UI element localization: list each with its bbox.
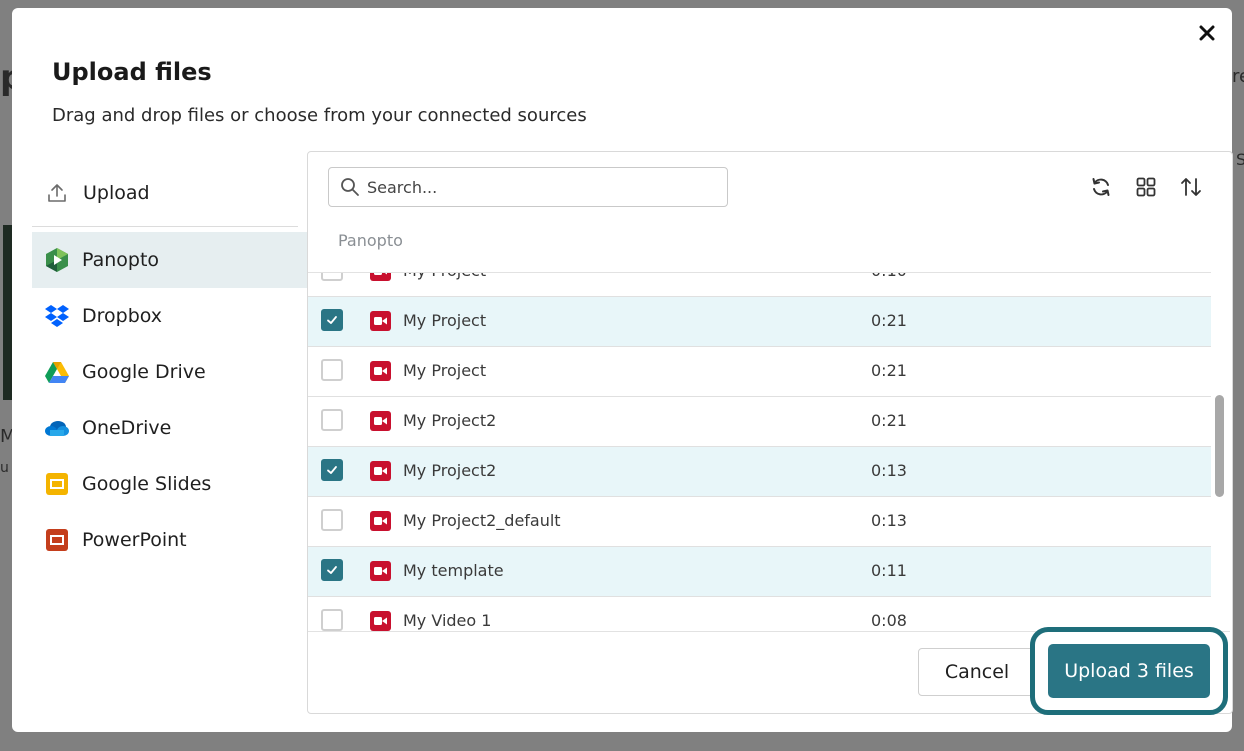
sidebar-item-google-slides[interactable]: Google Slides <box>32 456 308 512</box>
upload-icon <box>44 180 70 206</box>
video-file-icon <box>370 461 391 481</box>
file-name: My Project <box>403 361 487 380</box>
file-row[interactable]: My Project2 0:13 <box>308 447 1211 497</box>
file-row[interactable]: My Project2 0:21 <box>308 397 1211 447</box>
file-duration: 0:21 <box>871 411 907 430</box>
file-row[interactable]: My Project 0:21 <box>308 297 1211 347</box>
upload-files-button[interactable]: Upload 3 files <box>1048 644 1210 698</box>
source-sidebar: Upload Panopto Dropbox Google Drive OneD… <box>32 160 308 568</box>
sidebar-item-upload[interactable]: Upload <box>32 160 298 227</box>
check-icon <box>327 316 337 324</box>
panopto-icon <box>44 247 70 273</box>
file-checkbox[interactable] <box>321 459 343 481</box>
google-drive-icon <box>44 359 70 385</box>
video-file-icon <box>370 361 391 381</box>
grid-view-icon <box>1136 177 1156 197</box>
video-file-icon <box>370 611 391 631</box>
sort-icon <box>1181 178 1201 196</box>
video-file-icon <box>370 511 391 531</box>
file-duration: 0:11 <box>871 561 907 580</box>
google-slides-icon <box>44 471 70 497</box>
file-name: My Project <box>403 311 487 330</box>
file-checkbox[interactable] <box>321 509 343 531</box>
list-scrollbar[interactable] <box>1215 395 1224 497</box>
upload-dialog: Upload files Drag and drop files or choo… <box>12 8 1233 732</box>
onedrive-icon <box>44 415 70 441</box>
check-icon <box>327 466 337 474</box>
close-button[interactable] <box>1196 22 1218 44</box>
grid-view-button[interactable] <box>1133 174 1159 200</box>
refresh-button[interactable] <box>1088 174 1114 200</box>
refresh-icon <box>1092 178 1110 196</box>
sidebar-item-panopto[interactable]: Panopto <box>32 232 308 288</box>
sidebar-item-label: OneDrive <box>82 417 172 439</box>
file-name: My Project2_default <box>403 511 561 530</box>
sidebar-item-powerpoint[interactable]: PowerPoint <box>32 512 308 568</box>
cancel-button[interactable]: Cancel <box>918 648 1036 696</box>
file-checkbox[interactable] <box>321 359 343 381</box>
sidebar-item-label: Panopto <box>82 249 160 271</box>
close-icon <box>1199 25 1215 41</box>
sidebar-item-label: PowerPoint <box>82 529 187 551</box>
breadcrumb: Panopto <box>338 231 403 250</box>
file-checkbox[interactable] <box>321 409 343 431</box>
background-page-fragment: u <box>0 460 9 476</box>
file-duration: 0:08 <box>871 611 907 630</box>
sidebar-item-label: Google Drive <box>82 361 206 383</box>
video-file-icon <box>370 273 391 281</box>
dropbox-icon <box>44 303 70 329</box>
video-file-icon <box>370 311 391 331</box>
file-name: My Project2 <box>403 461 497 480</box>
sidebar-item-onedrive[interactable]: OneDrive <box>32 400 308 456</box>
background-page-fragment: S <box>1236 150 1244 169</box>
search-icon <box>341 178 359 196</box>
file-duration: 0:10 <box>871 273 907 280</box>
file-list[interactable]: My Project 0:10 My Project 0:21 My Project 0:… <box>308 272 1211 632</box>
search-input[interactable] <box>365 176 719 198</box>
file-row[interactable]: My Project 0:10 <box>308 273 1211 297</box>
file-duration: 0:13 <box>871 461 907 480</box>
search-box <box>328 167 728 207</box>
sidebar-item-dropbox[interactable]: Dropbox <box>32 288 308 344</box>
file-row[interactable]: My Project2_default 0:13 <box>308 497 1211 547</box>
sidebar-item-label: Upload <box>83 182 150 204</box>
file-duration: 0:21 <box>871 361 907 380</box>
background-thumbnail <box>3 225 12 400</box>
file-checkbox[interactable] <box>321 559 343 581</box>
file-checkbox[interactable] <box>321 309 343 331</box>
video-file-icon <box>370 411 391 431</box>
file-name: My Project <box>403 273 486 280</box>
dialog-subtitle: Drag and drop files or choose from your … <box>52 105 587 126</box>
video-file-icon <box>370 561 391 581</box>
dialog-title: Upload files <box>52 58 212 86</box>
file-row[interactable]: My Project 0:21 <box>308 347 1211 397</box>
file-duration: 0:21 <box>871 311 907 330</box>
file-name: My Video 1 <box>403 611 492 630</box>
sidebar-item-label: Dropbox <box>82 305 163 327</box>
sort-button[interactable] <box>1178 174 1204 200</box>
check-icon <box>327 566 337 574</box>
file-name: My Project2 <box>403 411 497 430</box>
file-checkbox[interactable] <box>321 273 343 281</box>
powerpoint-icon <box>44 527 70 553</box>
file-name: My template <box>403 561 504 580</box>
file-checkbox[interactable] <box>321 609 343 631</box>
file-duration: 0:13 <box>871 511 907 530</box>
file-row[interactable]: My template 0:11 <box>308 547 1211 597</box>
background-page-fragment: re <box>1232 66 1244 87</box>
sidebar-item-label: Google Slides <box>82 473 212 495</box>
sidebar-item-google-drive[interactable]: Google Drive <box>32 344 308 400</box>
